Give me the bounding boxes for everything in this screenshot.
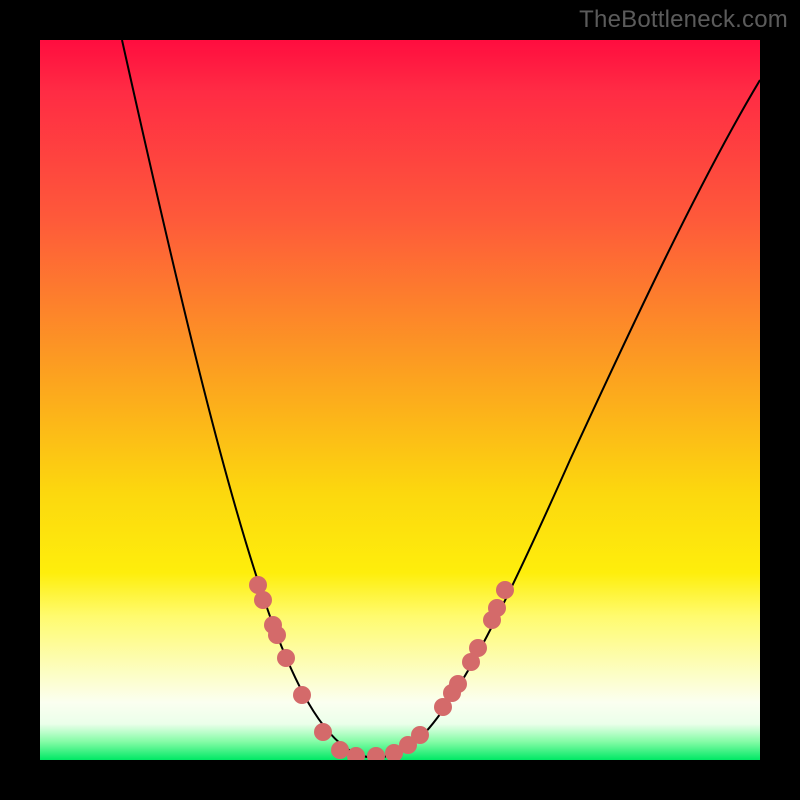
data-point bbox=[314, 723, 332, 741]
data-point bbox=[488, 599, 506, 617]
chart-frame: TheBottleneck.com bbox=[0, 0, 800, 800]
data-points-group bbox=[249, 576, 514, 760]
data-point bbox=[449, 675, 467, 693]
data-point bbox=[411, 726, 429, 744]
data-point bbox=[347, 747, 365, 760]
watermark-text: TheBottleneck.com bbox=[579, 6, 788, 34]
data-point bbox=[254, 591, 272, 609]
curve-svg bbox=[40, 40, 760, 760]
plot-area bbox=[40, 40, 760, 760]
data-point bbox=[293, 686, 311, 704]
data-point bbox=[469, 639, 487, 657]
data-point bbox=[277, 649, 295, 667]
data-point bbox=[268, 626, 286, 644]
data-point bbox=[496, 581, 514, 599]
bottleneck-curve bbox=[122, 40, 760, 757]
data-point bbox=[367, 747, 385, 760]
data-point bbox=[331, 741, 349, 759]
